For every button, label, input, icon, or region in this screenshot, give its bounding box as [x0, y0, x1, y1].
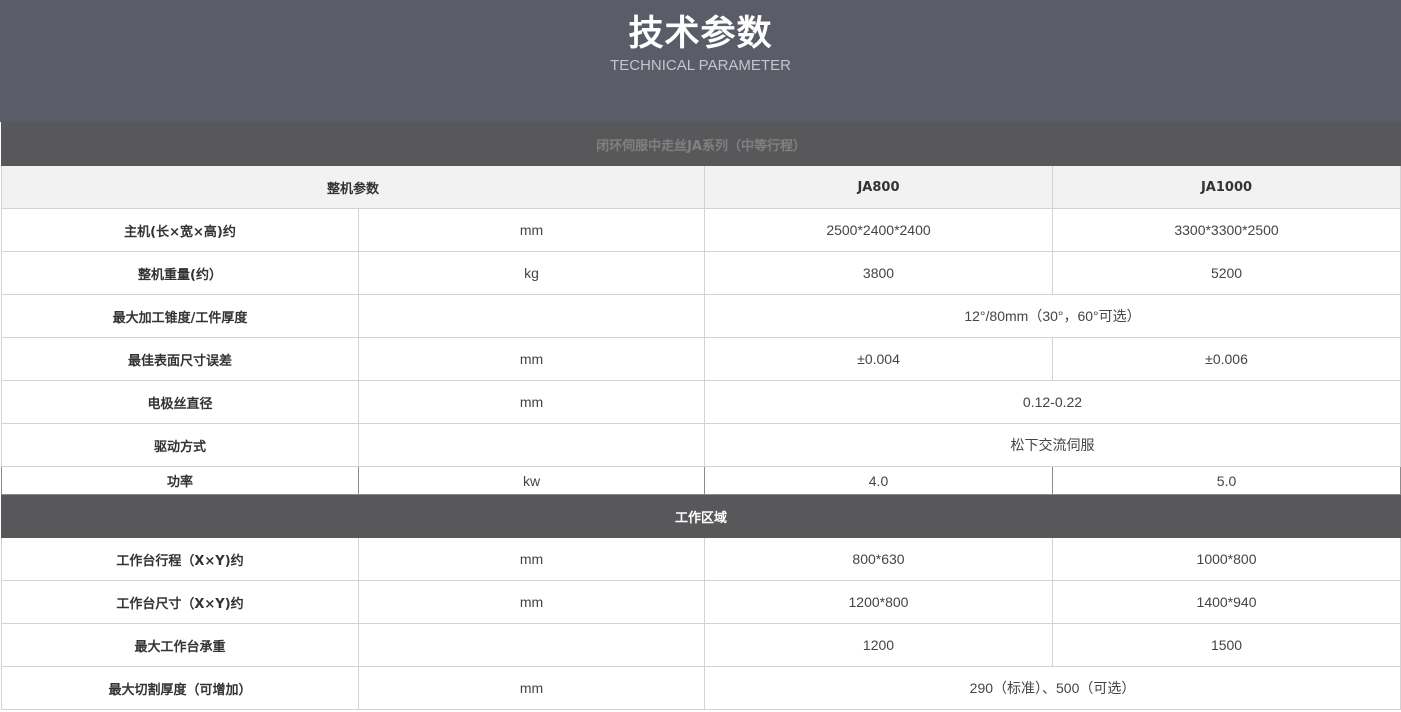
series-title: 闭环伺服中走丝JA系列（中等行程）: [0, 122, 1401, 166]
param-name: 工作台行程（X×Y)约: [1, 537, 359, 581]
table-row: 功率 kw 4.0 5.0: [1, 466, 1401, 495]
param-name: 整机重量(约）: [1, 251, 359, 295]
table-row: 整机重量(约） kg 3800 5200: [1, 251, 1401, 295]
table-row: 最佳表面尺寸误差 mm ±0.004 ±0.006: [1, 337, 1401, 381]
param-unit: mm: [358, 337, 705, 381]
param-unit: kw: [358, 466, 705, 495]
page-header: 技术参数 TECHNICAL PARAMETER: [0, 0, 1401, 122]
page-subtitle: TECHNICAL PARAMETER: [610, 57, 791, 74]
param-name: 功率: [1, 466, 359, 495]
param-name: 驱动方式: [1, 423, 359, 467]
header-model-ja1000: JA1000: [1051, 165, 1401, 209]
header-machine-params: 整机参数: [1, 165, 705, 209]
value-ja1000: ±0.006: [1051, 337, 1401, 381]
value-shared: 松下交流伺服: [703, 423, 1401, 467]
param-name: 主机(长×宽×高)约: [1, 208, 359, 252]
param-unit: mm: [358, 666, 705, 710]
tech-parameter-table: 闭环伺服中走丝JA系列（中等行程） 整机参数 JA800 JA1000 主机(长…: [0, 122, 1401, 710]
value-ja800: 3800: [704, 251, 1053, 295]
param-name: 工作台尺寸（X×Y)约: [1, 580, 359, 624]
value-ja1000: 5.0: [1051, 466, 1401, 495]
table-row: 工作台行程（X×Y)约 mm 800*630 1000*800: [1, 537, 1401, 581]
value-ja1000: 5200: [1051, 251, 1401, 295]
value-shared: 290（标准）、500（可选）: [703, 666, 1401, 710]
value-ja1000: 1000*800: [1051, 537, 1401, 581]
param-unit: [358, 423, 705, 467]
param-unit: kg: [358, 251, 705, 295]
value-ja800: 2500*2400*2400: [704, 208, 1053, 252]
value-ja800: 1200*800: [704, 580, 1053, 624]
value-ja800: 800*630: [704, 537, 1053, 581]
param-unit: [358, 294, 705, 338]
table-row: 最大切割厚度（可增加） mm 290（标准）、500（可选）: [1, 666, 1401, 710]
page-title: 技术参数: [628, 14, 773, 54]
value-ja800: 1200: [704, 623, 1053, 667]
param-name: 最佳表面尺寸误差: [1, 337, 359, 381]
header-model-ja800: JA800: [704, 165, 1053, 209]
table-row: 主机(长×宽×高)约 mm 2500*2400*2400 3300*3300*2…: [1, 208, 1401, 252]
table-row: 最大加工锥度/工件厚度 12°/80mm（30°，60°可选）: [1, 294, 1401, 338]
table-row: 工作台尺寸（X×Y)约 mm 1200*800 1400*940: [1, 580, 1401, 624]
value-ja1000: 1500: [1051, 623, 1401, 667]
work-area-title-row: 工作区域: [0, 494, 1401, 538]
param-name: 最大切割厚度（可增加）: [1, 666, 359, 710]
param-unit: mm: [358, 208, 705, 252]
value-ja1000: 3300*3300*2500: [1051, 208, 1401, 252]
series-title-row: 闭环伺服中走丝JA系列（中等行程）: [0, 122, 1401, 166]
value-shared: 12°/80mm（30°，60°可选）: [703, 294, 1401, 338]
table-row: 最大工作台承重 1200 1500: [1, 623, 1401, 667]
param-name: 最大工作台承重: [1, 623, 359, 667]
work-area-title: 工作区域: [0, 494, 1401, 538]
column-header-row: 整机参数 JA800 JA1000: [1, 165, 1401, 209]
param-name: 电极丝直径: [1, 380, 359, 424]
value-ja800: 4.0: [704, 466, 1053, 495]
param-name: 最大加工锥度/工件厚度: [1, 294, 359, 338]
table-row: 驱动方式 松下交流伺服: [1, 423, 1401, 467]
param-unit: [358, 623, 705, 667]
param-unit: mm: [358, 380, 705, 424]
value-shared: 0.12-0.22: [703, 380, 1401, 424]
value-ja800: ±0.004: [704, 337, 1053, 381]
table-row: 电极丝直径 mm 0.12-0.22: [1, 380, 1401, 424]
param-unit: mm: [358, 580, 705, 624]
value-ja1000: 1400*940: [1051, 580, 1401, 624]
param-unit: mm: [358, 537, 705, 581]
